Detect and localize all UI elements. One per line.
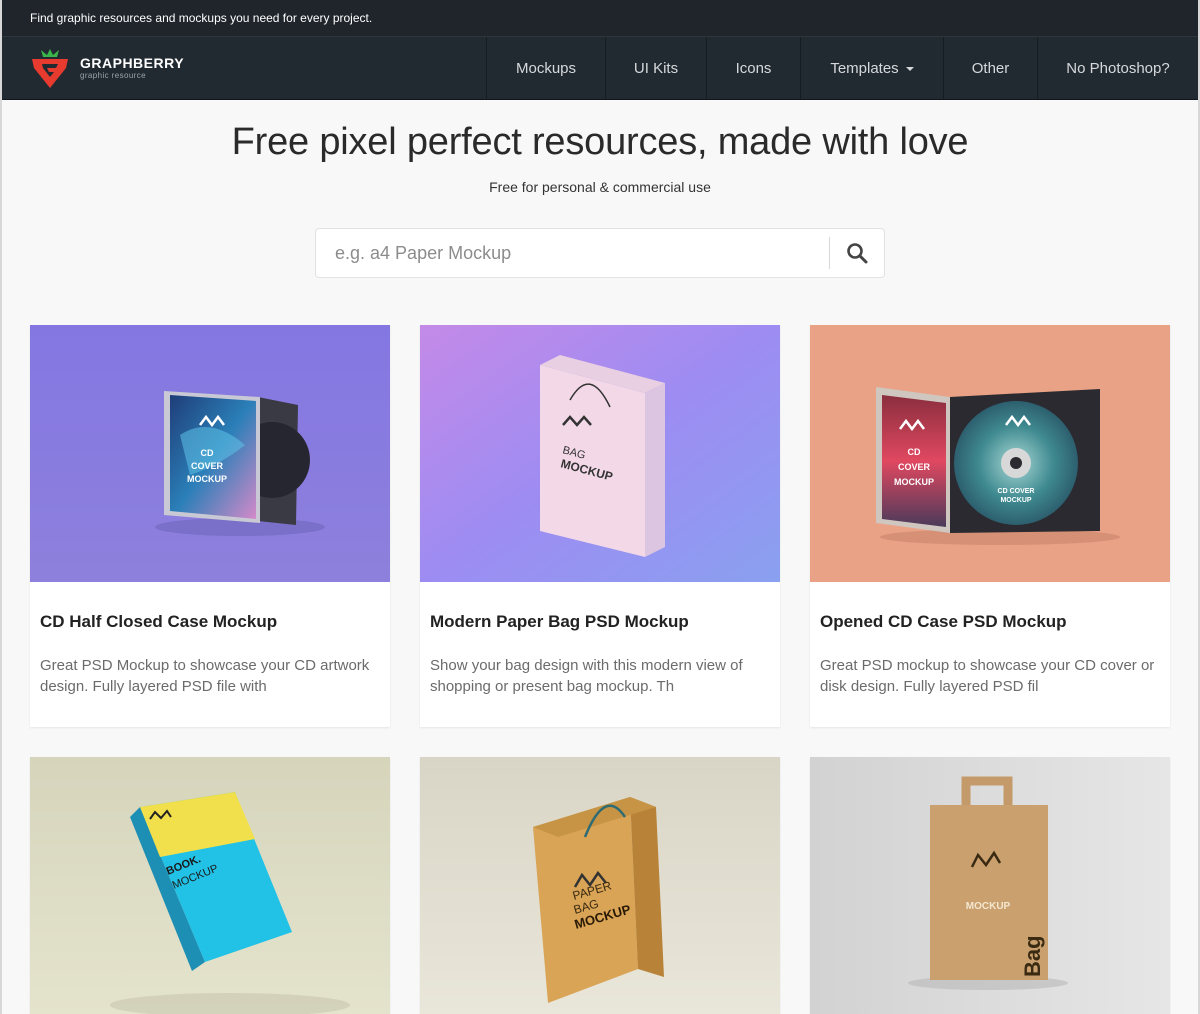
- nav-item-templates[interactable]: Templates: [800, 37, 943, 99]
- brand-name: GRAPHBERRY: [80, 55, 185, 71]
- search-button[interactable]: [830, 229, 884, 277]
- search-bar: [315, 228, 885, 278]
- card-thumbnail[interactable]: MOCKUP Bag: [810, 757, 1170, 1014]
- card-description: Great PSD mockup to showcase your CD cov…: [820, 657, 1155, 695]
- card-thumbnail[interactable]: BOOK. MOCKUP: [30, 757, 390, 1014]
- nav-label: Icons: [735, 59, 772, 77]
- search-input[interactable]: [316, 229, 829, 277]
- cover-text-line: CD: [908, 447, 921, 457]
- nav-item-no-photoshop[interactable]: No Photoshop?: [1037, 37, 1198, 99]
- resource-card[interactable]: MOCKUP Bag: [810, 757, 1170, 1014]
- resource-card[interactable]: BAG MOCKUP Modern Paper Bag PSD Mockup S…: [420, 325, 780, 727]
- nav-label: Mockups: [515, 59, 577, 77]
- kraft-paper-bag-mockup-image: PAPER BAG MOCKUP: [420, 757, 780, 1014]
- nav-label: UI Kits: [633, 59, 679, 77]
- card-title[interactable]: CD Half Closed Case Mockup: [30, 582, 390, 632]
- resource-grid: CD COVER MOCKUP CD Half Closed Case Mock…: [30, 325, 1170, 1014]
- card-thumbnail[interactable]: CD COVER MOCKUP: [30, 325, 390, 582]
- cover-text-line: MOCKUP: [187, 474, 227, 484]
- opened-cd-case-mockup-image: CD COVER MOCKUP CD COVER MOCKUP: [810, 325, 1170, 582]
- announcement-text: Find graphic resources and mockups you n…: [30, 11, 373, 25]
- brand-logo[interactable]: GRAPHBERRY graphic resource: [2, 37, 458, 99]
- kraft-text-line: MOCKUP: [966, 901, 1011, 912]
- nav-label: Templates: [830, 59, 899, 77]
- card-title[interactable]: Modern Paper Bag PSD Mockup: [420, 582, 780, 632]
- brand-tagline: graphic resource: [80, 71, 146, 80]
- cover-text-line: COVER: [898, 462, 931, 472]
- cover-text-line: CD: [201, 448, 214, 458]
- resource-card[interactable]: BOOK. MOCKUP: [30, 757, 390, 1014]
- resource-card[interactable]: PAPER BAG MOCKUP: [420, 757, 780, 1014]
- nav-item-mockups[interactable]: Mockups: [486, 37, 605, 99]
- card-description: Show your bag design with this modern vi…: [430, 657, 743, 695]
- caret-down-icon: [905, 67, 914, 71]
- kraft-text-line: Bag: [1020, 935, 1045, 977]
- nav-item-icons[interactable]: Icons: [706, 37, 800, 99]
- card-title[interactable]: Opened CD Case PSD Mockup: [810, 582, 1170, 632]
- main-navbar: GRAPHBERRY graphic resource Mockups UI K…: [2, 37, 1198, 100]
- nav-menu: Mockups UI Kits Icons Templates Other No…: [458, 37, 1198, 99]
- nav-label: No Photoshop?: [1066, 59, 1170, 77]
- hero-section: Free pixel perfect resources, made with …: [2, 120, 1198, 278]
- book-mockup-image: BOOK. MOCKUP: [30, 757, 390, 1014]
- resource-card[interactable]: CD COVER MOCKUP CD COVER MOCKUP Opened C…: [810, 325, 1170, 727]
- cd-case-mockup-image: CD COVER MOCKUP: [30, 325, 390, 582]
- card-thumbnail[interactable]: CD COVER MOCKUP CD COVER MOCKUP: [810, 325, 1170, 582]
- disc-text-line: MOCKUP: [1000, 497, 1031, 504]
- card-description: Great PSD Mockup to showcase your CD art…: [40, 657, 370, 695]
- page-title: Free pixel perfect resources, made with …: [231, 121, 969, 163]
- top-announcement-bar: Find graphic resources and mockups you n…: [2, 0, 1198, 37]
- search-icon: [847, 243, 868, 264]
- resource-card[interactable]: CD COVER MOCKUP CD Half Closed Case Mock…: [30, 325, 390, 727]
- graphberry-logo-icon: [32, 49, 68, 88]
- card-thumbnail[interactable]: PAPER BAG MOCKUP: [420, 757, 780, 1014]
- kraft-bag-handle-mockup-image: MOCKUP Bag: [810, 757, 1170, 1014]
- paper-bag-mockup-image: BAG MOCKUP: [420, 325, 780, 582]
- nav-item-ui-kits[interactable]: UI Kits: [605, 37, 706, 99]
- cover-text-line: MOCKUP: [894, 477, 934, 487]
- nav-item-other[interactable]: Other: [943, 37, 1037, 99]
- nav-label: Other: [971, 59, 1010, 77]
- cover-text-line: COVER: [191, 461, 224, 471]
- disc-text-line: CD COVER: [998, 488, 1035, 495]
- page-subtitle: Free for personal & commercial use: [489, 179, 711, 195]
- card-thumbnail[interactable]: BAG MOCKUP: [420, 325, 780, 582]
